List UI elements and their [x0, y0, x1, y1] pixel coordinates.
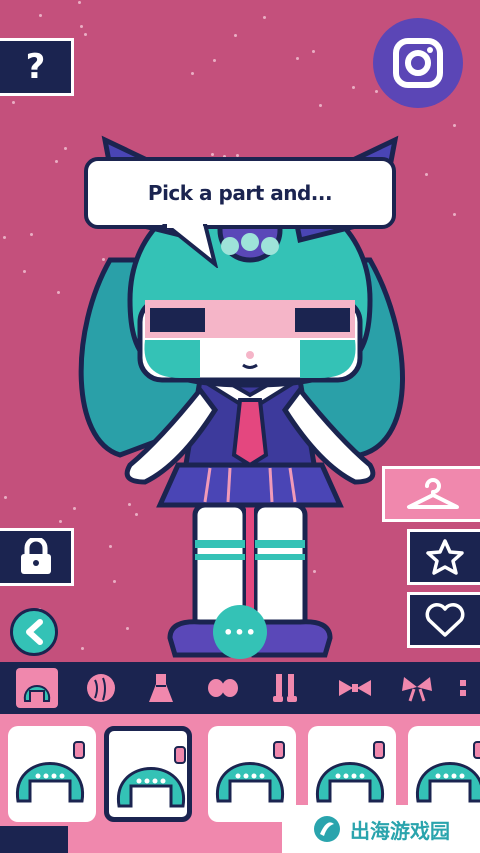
tab-accessory[interactable]: [448, 668, 478, 708]
sparkle-dot: [4, 496, 7, 499]
sparkle-dot: [375, 90, 378, 93]
hair-thumbnail-icon: [117, 746, 186, 808]
dress-icon: [149, 674, 173, 702]
wardrobe-button[interactable]: [382, 466, 480, 522]
category-tab-bar: [0, 662, 480, 714]
more-options-label: •••: [223, 622, 257, 642]
sparkle-dot: [319, 104, 322, 107]
hair-thumbnail-icon: [316, 741, 385, 803]
accessory-icon: [460, 680, 466, 696]
back-button[interactable]: [10, 608, 58, 656]
hair-option-2[interactable]: [104, 726, 192, 822]
hair-thumbnail-icon: [416, 741, 480, 803]
sparkle-dot: [213, 59, 216, 62]
sparkle-dot: [234, 34, 237, 37]
sparkle-dot: [84, 33, 87, 36]
watermark: 出海游戏园: [282, 805, 480, 853]
sparkle-dot: [296, 57, 299, 60]
sparkle-dot: [12, 101, 15, 104]
lock-icon: [20, 538, 51, 574]
hair-front-icon: [23, 685, 51, 702]
character-stage: ? Pick a part and... •••: [0, 0, 480, 662]
heart-icon: [425, 603, 465, 637]
tray-footer-bar: [0, 826, 68, 853]
chevron-left-icon: [26, 619, 43, 645]
help-button[interactable]: ?: [0, 38, 74, 96]
sparkle-dot: [453, 213, 456, 216]
socks-icon: [273, 674, 297, 702]
sparkle-dot: [352, 86, 355, 89]
hanger-icon: [406, 478, 459, 509]
instagram-button[interactable]: [373, 18, 463, 108]
tab-dress[interactable]: [140, 668, 182, 708]
speech-bubble: Pick a part and...: [84, 157, 396, 229]
tab-ribbon[interactable]: [334, 668, 376, 708]
star-icon: [426, 539, 464, 575]
ribbon-icon: [339, 680, 371, 696]
tab-hair-back[interactable]: [80, 668, 122, 708]
sparkle-dot: [23, 270, 26, 273]
sparkle-dot: [78, 1, 81, 4]
sparkle-dot: [453, 124, 456, 127]
tab-shoes[interactable]: [202, 668, 244, 708]
lock-button[interactable]: [0, 528, 74, 586]
favorite-button[interactable]: [407, 529, 480, 585]
watermark-text: 出海游戏园: [350, 818, 450, 843]
tab-bow[interactable]: [396, 668, 438, 708]
sparkle-dot: [3, 236, 6, 239]
like-button[interactable]: [407, 592, 480, 648]
shoes-icon: [208, 679, 238, 697]
help-button-label: ?: [25, 47, 46, 87]
hair-option-1[interactable]: [8, 726, 96, 822]
sparkle-dot: [312, 50, 315, 53]
hair-back-icon: [87, 674, 115, 702]
instagram-icon: [393, 38, 443, 88]
sparkle-dot: [39, 14, 42, 17]
speech-bubble-text: Pick a part and...: [147, 181, 333, 205]
tab-socks[interactable]: [264, 668, 306, 708]
sparkle-dot: [191, 72, 194, 75]
sparkle-dot: [80, 25, 83, 28]
hair-thumbnail-icon: [216, 741, 285, 803]
hair-thumbnail-icon: [16, 741, 85, 803]
tab-hair-front[interactable]: [16, 668, 58, 708]
watermark-logo-icon: [314, 816, 340, 842]
bow-icon: [402, 677, 432, 702]
more-options-button[interactable]: •••: [213, 605, 267, 659]
sparkle-dot: [30, 233, 33, 236]
sparkle-dot: [263, 16, 266, 19]
speech-bubble-tail: [161, 224, 219, 268]
